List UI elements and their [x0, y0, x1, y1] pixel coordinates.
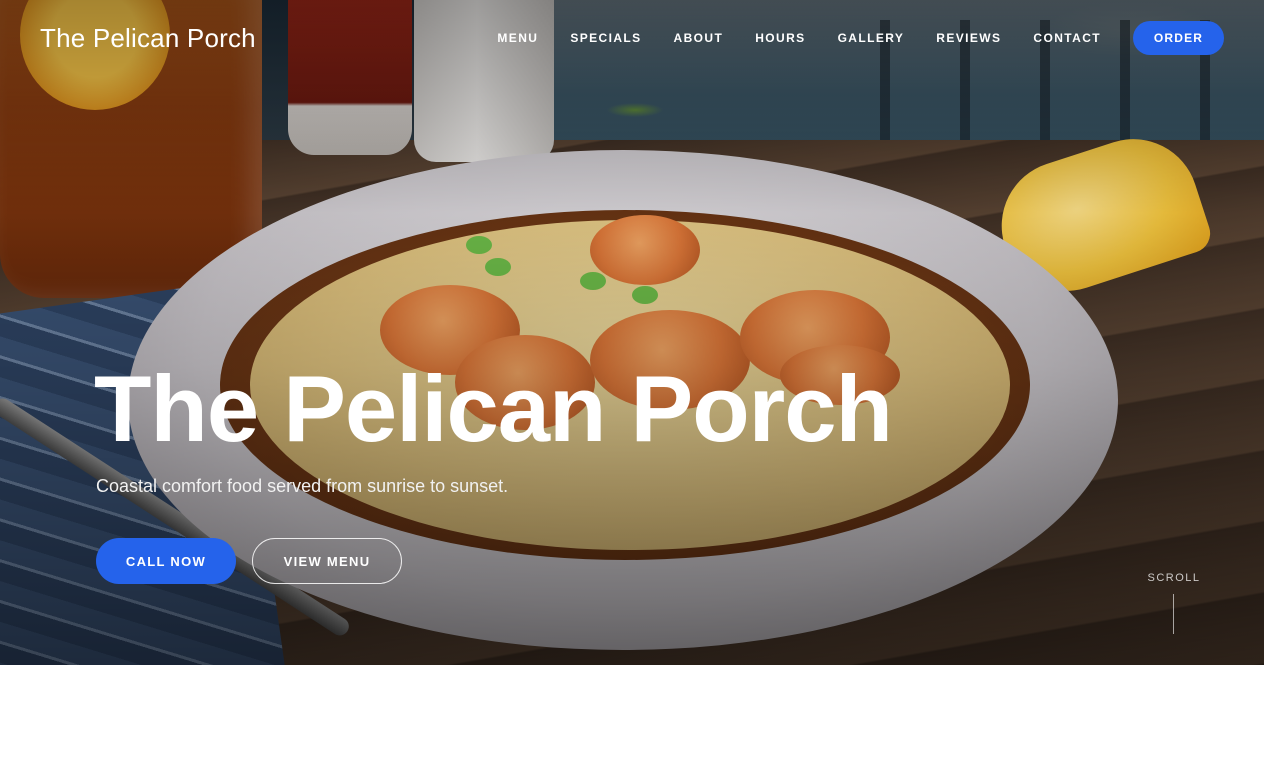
scroll-indicator-label: SCROLL — [1147, 572, 1201, 584]
nav-links: MENU SPECIALS ABOUT HOURS GALLERY REVIEW… — [497, 21, 1224, 55]
hero-title: The Pelican Porch — [94, 356, 893, 461]
order-button[interactable]: ORDER — [1133, 21, 1224, 55]
nav-hours[interactable]: HOURS — [755, 31, 805, 45]
page-content-below-hero — [0, 665, 1280, 760]
call-now-button[interactable]: CALL NOW — [96, 538, 236, 584]
nav-reviews[interactable]: REVIEWS — [936, 31, 1001, 45]
site-logo[interactable]: The Pelican Porch — [40, 23, 256, 54]
view-menu-button[interactable]: VIEW MENU — [252, 538, 402, 584]
hero-section: The Pelican Porch MENU SPECIALS ABOUT HO… — [0, 0, 1264, 665]
nav-contact[interactable]: CONTACT — [1033, 31, 1101, 45]
nav-specials[interactable]: SPECIALS — [570, 31, 641, 45]
hero-subtitle: Coastal comfort food served from sunrise… — [96, 476, 509, 496]
nav-about[interactable]: ABOUT — [674, 31, 724, 45]
nav-gallery[interactable]: GALLERY — [838, 31, 905, 45]
top-nav: The Pelican Porch MENU SPECIALS ABOUT HO… — [0, 0, 1264, 76]
nav-menu[interactable]: MENU — [497, 31, 538, 45]
scroll-indicator-line — [1173, 594, 1174, 634]
page-scrollbar[interactable] — [1264, 0, 1280, 760]
